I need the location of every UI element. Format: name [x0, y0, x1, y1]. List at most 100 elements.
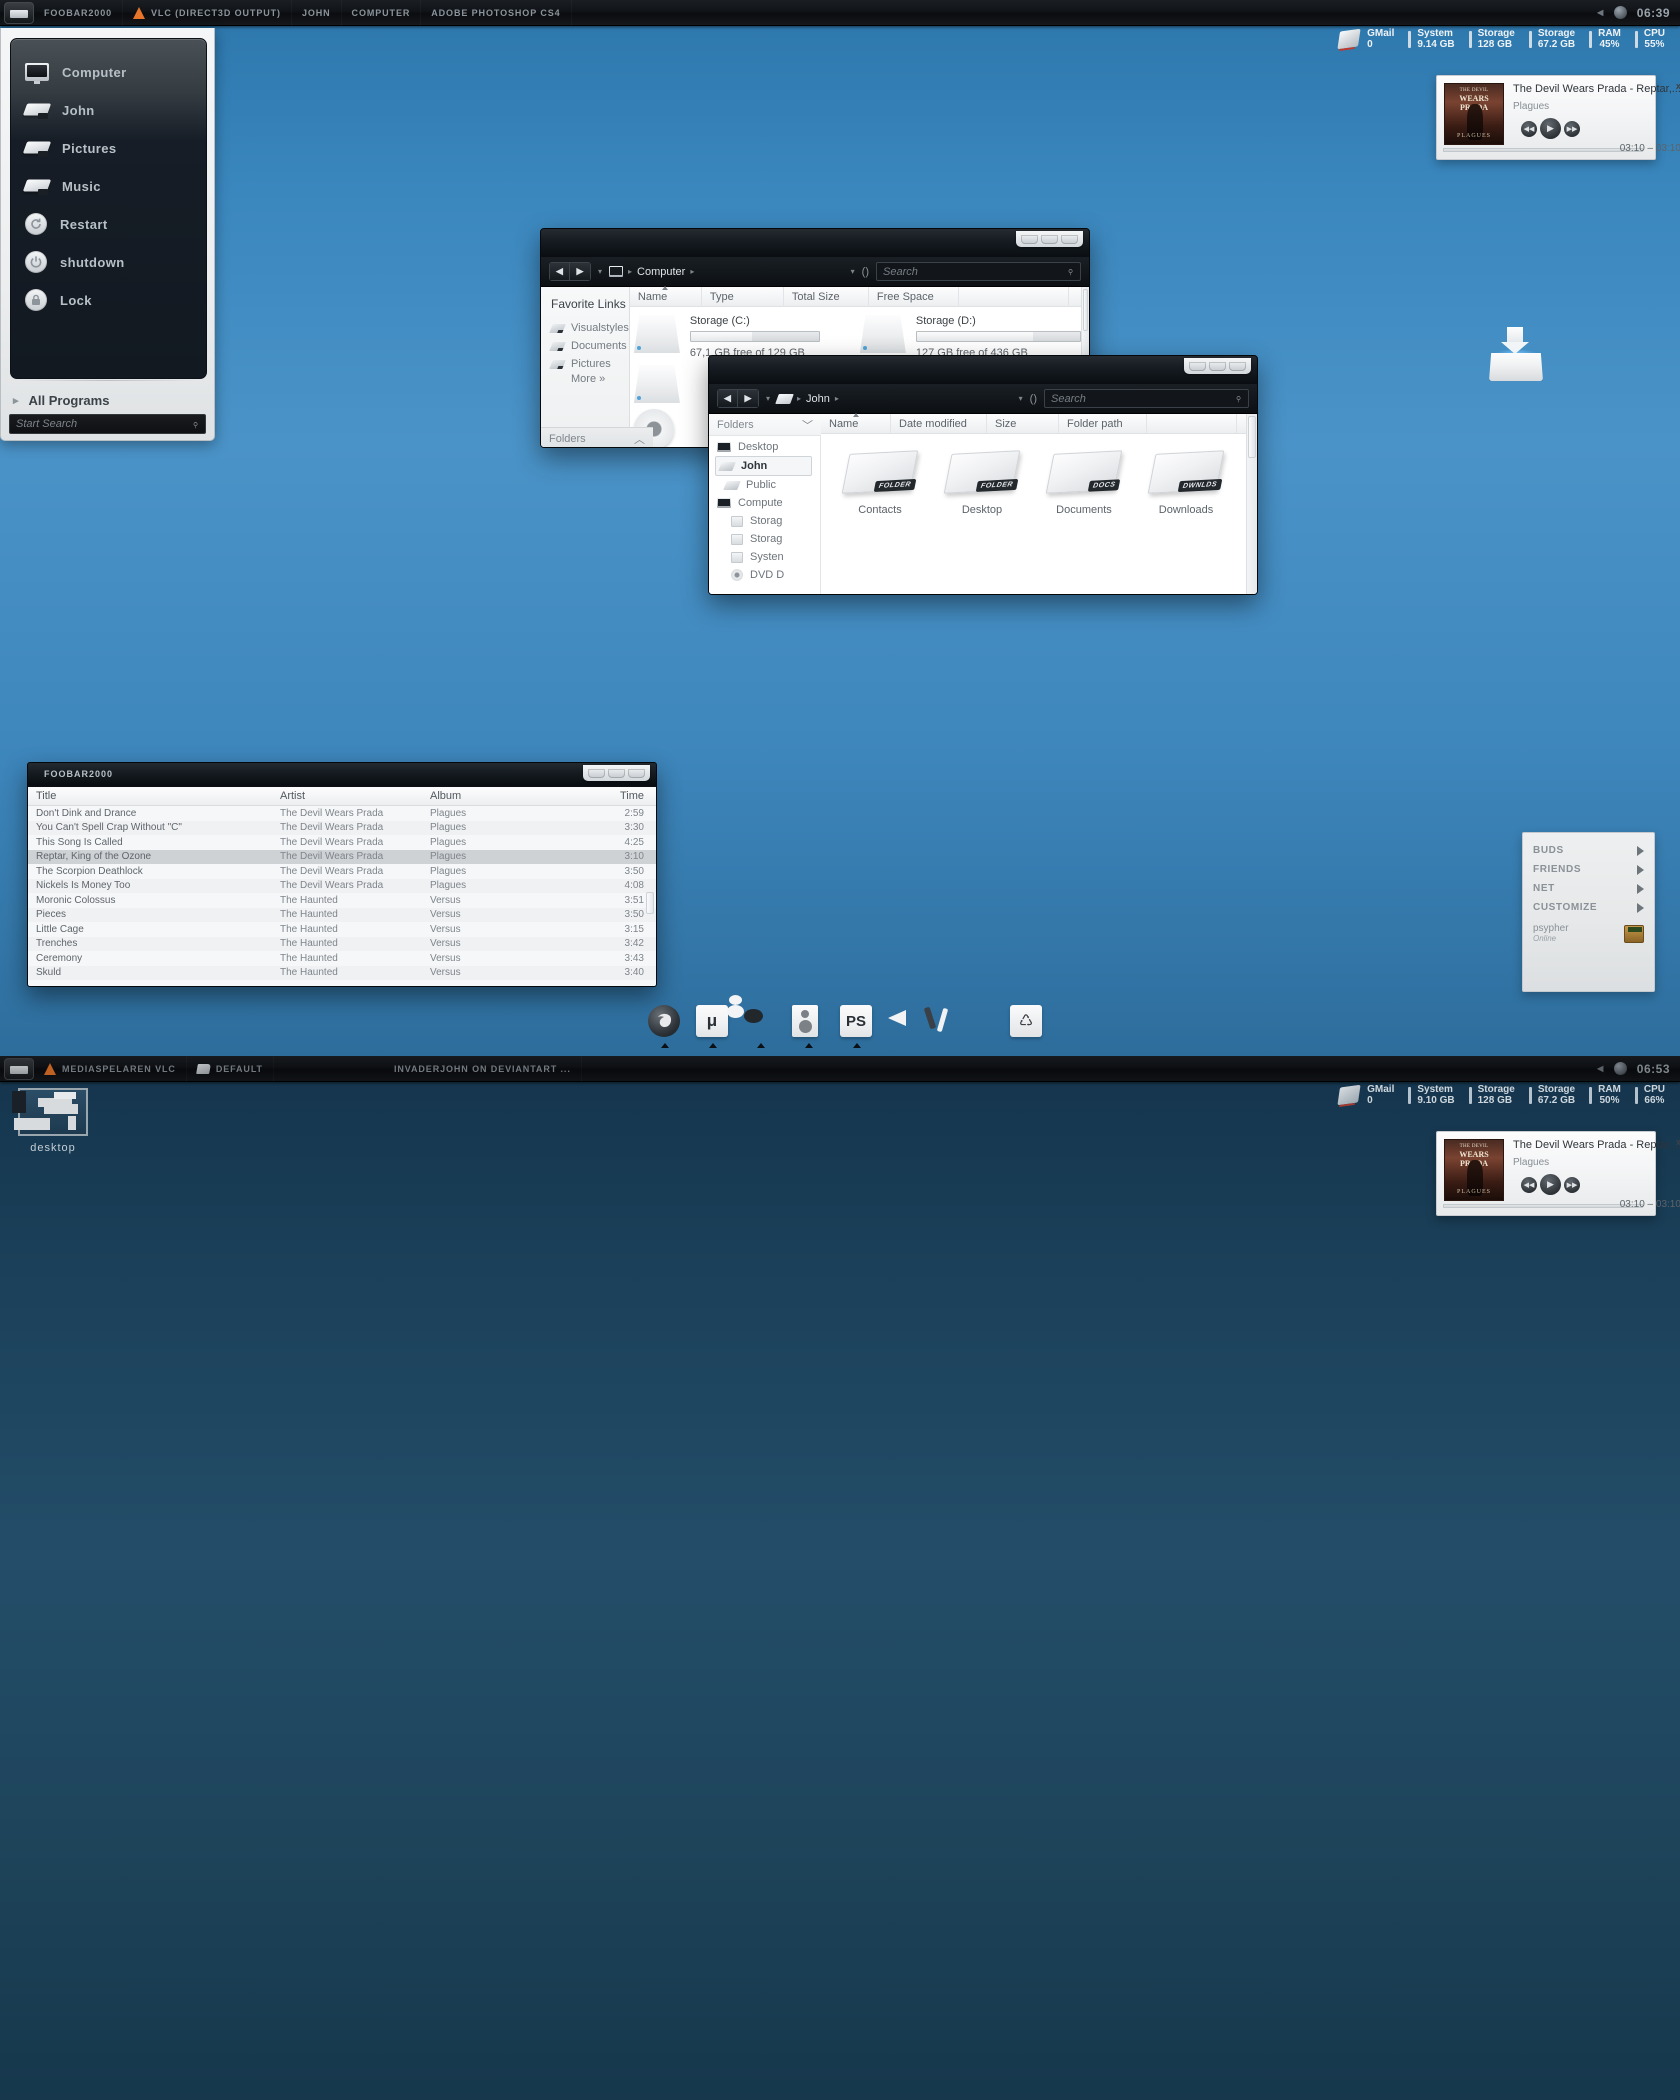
column-header-size[interactable]: Size	[987, 413, 1059, 434]
sysmon-cpu[interactable]: CPU 66%	[1628, 1084, 1672, 1106]
taskbar-item-computer[interactable]: Computer	[342, 0, 422, 26]
playlist-row[interactable]: Little Cage The Haunted Versus 3:15	[28, 922, 656, 937]
sysmon-system[interactable]: System 9.10 GB	[1401, 1084, 1461, 1106]
back-button[interactable]: ◀	[550, 263, 570, 280]
nav-buttons[interactable]: ◀ ▶	[717, 389, 759, 408]
drive-item-d[interactable]: Storage (D:) 127 GB free of 436 GB	[856, 307, 1081, 359]
sysmon-cpu[interactable]: CPU 55%	[1628, 28, 1672, 50]
sysmon-ram[interactable]: RAM 50%	[1582, 1084, 1628, 1106]
playlist-row[interactable]: Don't Dink and Drance The Devil Wears Pra…	[28, 806, 656, 821]
desktop-shortcut-icon[interactable]: desktop	[10, 1088, 96, 1154]
chevron-down-icon[interactable]: ▾	[766, 394, 770, 403]
taskbar-item-vlc[interactable]: Mediaspelaren VLC	[34, 1056, 187, 1082]
playlist-row[interactable]: This Song Is Called The Devil Wears Prada…	[28, 835, 656, 850]
file-item-desktop[interactable]: FOLDER Desktop	[933, 448, 1031, 516]
sysmon-storage-c[interactable]: Storage 128 GB	[1462, 28, 1522, 50]
buddies-current-user[interactable]: psypher Online	[1523, 917, 1654, 943]
tree-item-computer[interactable]: Compute	[709, 494, 820, 512]
buddies-row-net[interactable]: NET	[1523, 879, 1654, 898]
start-item-john[interactable]: John	[11, 91, 206, 129]
window-titlebar[interactable]	[709, 356, 1257, 384]
tray-expand-icon[interactable]: ◀	[1597, 8, 1604, 17]
forward-button[interactable]: ▶	[570, 263, 590, 280]
tree-item-system[interactable]: Systen	[709, 548, 820, 566]
tree-item-john[interactable]: John	[715, 456, 812, 476]
tray-expand-icon[interactable]: ◀	[1597, 1064, 1604, 1073]
tray-status-icon[interactable]	[1613, 1062, 1627, 1075]
playlist-row[interactable]: Moronic Colossus The Haunted Versus 3:51	[28, 893, 656, 908]
column-header-folder-path[interactable]: Folder path	[1059, 413, 1147, 434]
minimize-button[interactable]	[1021, 235, 1038, 244]
maximize-button[interactable]	[1209, 362, 1226, 371]
system-monitor-gadget-1[interactable]: GMail 0 System 9.14 GB Storage 128 GB St…	[1332, 28, 1672, 50]
fav-item-pictures[interactable]: Pictures	[541, 355, 629, 373]
gmail-widget[interactable]: GMail 0	[1332, 28, 1401, 50]
sysmon-storage-c[interactable]: Storage 128 GB	[1462, 1084, 1522, 1106]
close-button[interactable]	[628, 769, 645, 778]
fav-item-visualstyles[interactable]: Visualstyles	[541, 319, 629, 337]
folders-pane-toggle[interactable]: Folders ︿	[541, 427, 653, 447]
dock-item-amp[interactable]	[792, 1005, 826, 1048]
dock-item-firefox[interactable]	[648, 1005, 682, 1048]
close-icon[interactable]: x	[1676, 81, 1680, 91]
start-item-restart[interactable]: Restart	[11, 205, 206, 243]
now-playing-gadget-2[interactable]: THE DEVIL WEARS PRADA PLAGUES x The Devi…	[1436, 1131, 1680, 1216]
column-header-time[interactable]: Time	[582, 790, 656, 802]
start-item-pictures[interactable]: Pictures	[11, 129, 206, 167]
column-header-album[interactable]: Album	[430, 790, 582, 802]
hard-drive-icon[interactable]	[633, 365, 680, 403]
column-header-name[interactable]: Name	[821, 412, 891, 434]
playlist-row[interactable]: Nickels Is Money Too The Devil Wears Prad…	[28, 878, 656, 893]
buddies-row-buds[interactable]: BUDS	[1523, 841, 1654, 860]
minimize-button[interactable]	[1189, 362, 1206, 371]
column-header-type[interactable]: Type	[702, 286, 784, 307]
now-playing-gadget-1[interactable]: THE DEVIL WEARS PRADA PLAGUES x The Devi…	[1436, 75, 1680, 160]
close-button[interactable]	[1229, 362, 1246, 371]
taskbar-item-photoshop[interactable]: Adobe Photoshop CS4	[421, 0, 571, 26]
breadcrumb[interactable]: ▸ John ▸	[775, 393, 839, 405]
playlist[interactable]: Title Artist Album Time Don't Dink and D…	[28, 785, 656, 986]
dock-item-photoshop[interactable]: PS	[840, 1005, 874, 1048]
next-button[interactable]: ▶▶	[1564, 120, 1580, 137]
dock-item-megaphone[interactable]	[888, 1005, 922, 1039]
playlist-row[interactable]: You Can't Spell Crap Without "C" The Devi…	[28, 820, 656, 835]
window-titlebar[interactable]: foobar2000	[28, 763, 656, 785]
explorer-search-input[interactable]: Search ⌕	[876, 262, 1081, 281]
play-button[interactable]: ▶	[1540, 1174, 1561, 1195]
close-icon[interactable]: x	[1676, 1137, 1680, 1147]
dock-item-tools[interactable]	[936, 1005, 970, 1039]
dock-item-utorrent[interactable]: μ	[696, 1005, 730, 1048]
buddies-row-friends[interactable]: FRIENDS	[1523, 860, 1654, 879]
window-controls[interactable]	[583, 765, 650, 781]
sysmon-system[interactable]: System 9.14 GB	[1401, 28, 1461, 50]
window-controls[interactable]	[1016, 231, 1083, 247]
maximize-button[interactable]	[608, 769, 625, 778]
buddies-gadget-1[interactable]: BUDS FRIENDS NET CUSTOMIZE psypher Onlin…	[1522, 832, 1655, 992]
buddies-row-customize[interactable]: CUSTOMIZE	[1523, 898, 1654, 917]
fav-item-documents[interactable]: Documents	[541, 337, 629, 355]
column-header-total-size[interactable]: Total Size	[784, 286, 869, 307]
playlist-row[interactable]: The Scorpion Deathlock The Devil Wears Pr…	[28, 864, 656, 879]
recycle-bin-desktop-icon[interactable]	[1485, 325, 1547, 381]
minimize-button[interactable]	[588, 769, 605, 778]
tree-item-dvd[interactable]: DVD D	[709, 566, 820, 584]
start-item-music[interactable]: Music	[11, 167, 206, 205]
file-item-downloads[interactable]: DWNLDS Downloads	[1137, 448, 1235, 516]
explorer-search-input[interactable]: Search ⌕	[1044, 389, 1249, 408]
start-menu[interactable]: Computer John Pictures Music Restart shu…	[0, 28, 215, 441]
tree-item-storage-d[interactable]: Storag	[709, 530, 820, 548]
explorer-window-john[interactable]: ◀ ▶ ▾ ▸ John ▸ ▾ () Search ⌕ Folders ﹀ D…	[708, 355, 1258, 595]
chevron-down-icon[interactable]: ﹀	[802, 417, 813, 433]
breadcrumb-path[interactable]: John	[806, 393, 830, 405]
start-button[interactable]	[4, 1057, 34, 1080]
tray-status-icon[interactable]	[1613, 6, 1627, 19]
playlist-row[interactable]: Pieces The Haunted Versus 3:50	[28, 907, 656, 922]
column-header-blank[interactable]	[1147, 413, 1237, 434]
start-item-lock[interactable]: Lock	[11, 281, 206, 319]
dock-item-recycle-bin[interactable]: ♺	[1010, 1005, 1044, 1039]
playlist-row-selected[interactable]: Reptar, King of the Ozone The Devil Wears…	[28, 849, 656, 864]
playlist-row[interactable]: Ceremony The Haunted Versus 3:43	[28, 951, 656, 966]
progress-bar[interactable]	[1443, 148, 1643, 152]
column-header-blank[interactable]	[959, 286, 1069, 307]
file-item-documents[interactable]: DOCS Documents	[1035, 448, 1133, 516]
